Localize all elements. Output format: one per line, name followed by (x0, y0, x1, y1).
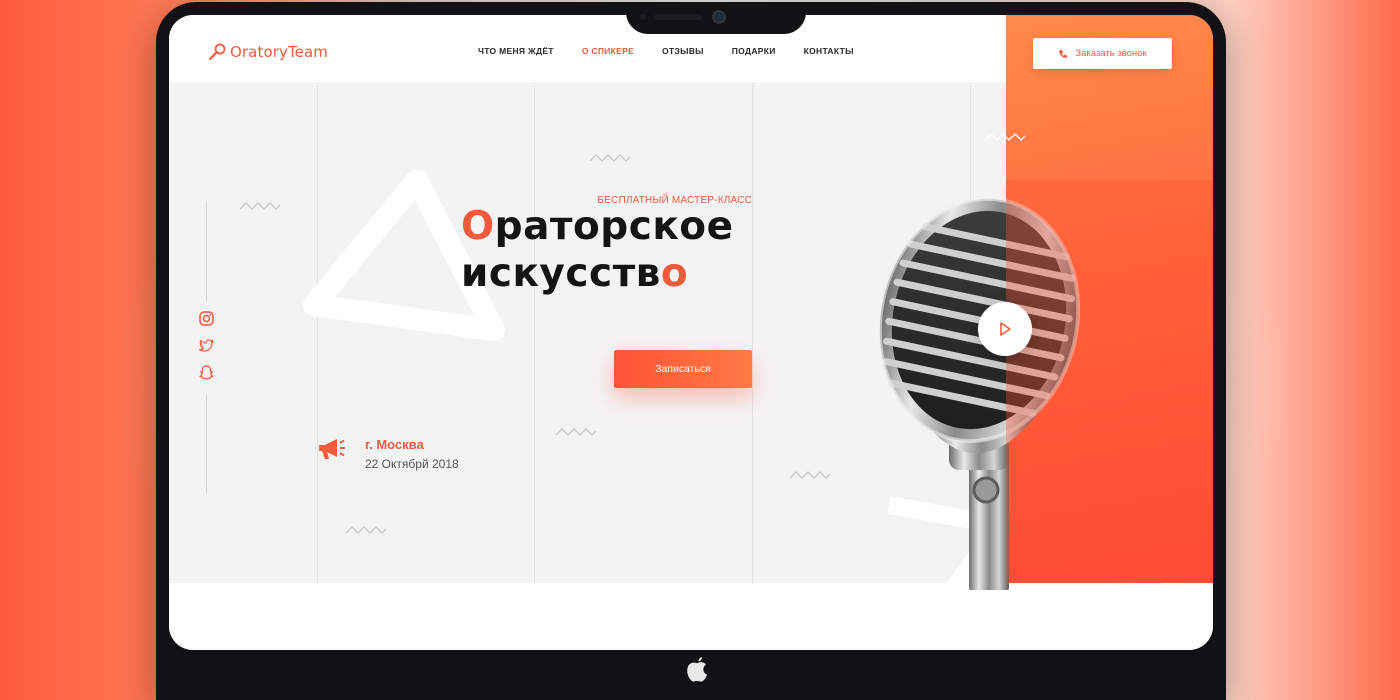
nav-item-what-awaits[interactable]: ЧТО МЕНЯ ЖДЁТ (478, 46, 554, 56)
speaker-slot (654, 14, 702, 20)
zigzag-decoration (589, 154, 631, 162)
instagram-icon[interactable] (198, 310, 215, 327)
twitter-icon[interactable] (198, 337, 215, 354)
signup-label: Записаться (655, 363, 711, 375)
order-call-button[interactable]: Заказать звонок (1033, 38, 1172, 69)
event-city: г. Москва (365, 437, 424, 452)
website-screen: OratoryTeam ЧТО МЕНЯ ЖДЁТ О СПИКЕРЕ ОТЗЫ… (169, 15, 1213, 650)
event-info: г. Москва 22 Октябрй 2018 (317, 437, 459, 471)
zigzag-decoration (345, 526, 387, 534)
zigzag-decoration (555, 428, 597, 436)
play-icon (1000, 322, 1011, 336)
event-text: г. Москва 22 Октябрй 2018 (365, 437, 459, 471)
microphone-illustration (877, 196, 1081, 590)
social-links (198, 310, 215, 381)
zigzag-decoration (984, 133, 1026, 141)
site-header: OratoryTeam ЧТО МЕНЯ ЖДЁТ О СПИКЕРЕ ОТЗЫ… (169, 15, 1006, 82)
event-date: 22 Октябрй 2018 (365, 457, 459, 471)
logo[interactable]: OratoryTeam (207, 42, 328, 62)
hero-title-line-1: Ораторское (461, 204, 734, 249)
grid-line (752, 82, 753, 583)
snapchat-icon[interactable] (198, 364, 215, 381)
nav-item-gifts[interactable]: ПОДАРКИ (732, 46, 776, 56)
laptop-frame: OratoryTeam ЧТО МЕНЯ ЖДЁТ О СПИКЕРЕ ОТЗЫ… (156, 2, 1226, 700)
nav-item-about-speaker[interactable]: О СПИКЕРЕ (582, 46, 634, 56)
play-video-button[interactable] (978, 302, 1032, 356)
bottom-strip (169, 583, 1213, 650)
camera-icon (712, 10, 726, 24)
sidebar-line (206, 201, 207, 301)
logo-text: OratoryTeam (230, 43, 329, 61)
hero-title-line-2: искусство (461, 251, 689, 296)
zigzag-decoration (239, 202, 281, 210)
apple-logo-icon (687, 657, 707, 682)
camera-notch (626, 4, 806, 34)
nav-item-contacts[interactable]: КОНТАКТЫ (804, 46, 854, 56)
sidebar-line (206, 395, 207, 493)
megaphone-icon (319, 439, 345, 459)
order-call-label: Заказать звонок (1075, 48, 1147, 59)
zigzag-decoration (789, 471, 831, 479)
microphone-logo-icon (208, 43, 226, 61)
main-nav: ЧТО МЕНЯ ЖДЁТ О СПИКЕРЕ ОТЗЫВЫ ПОДАРКИ К… (478, 46, 854, 56)
hero-title: Ораторское искусство (461, 203, 734, 297)
signup-button[interactable]: Записаться (614, 350, 752, 388)
phone-icon (1059, 49, 1068, 58)
sensor-dot (640, 14, 646, 20)
nav-item-reviews[interactable]: ОТЗЫВЫ (662, 46, 704, 56)
grid-line (534, 82, 535, 583)
